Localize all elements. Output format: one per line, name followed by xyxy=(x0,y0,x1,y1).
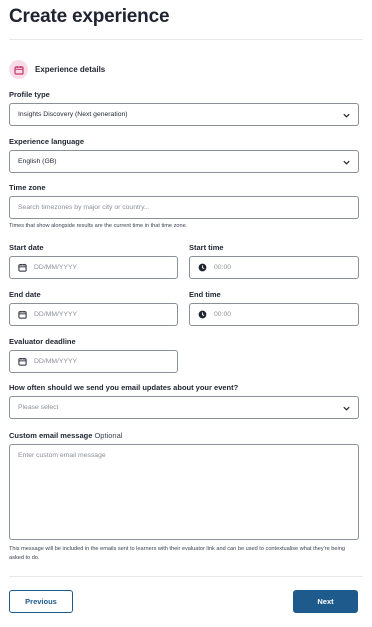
section-header: Experience details xyxy=(9,60,105,79)
end-date-label: End date xyxy=(9,290,41,299)
end-time-input[interactable]: 00:00 xyxy=(189,303,359,326)
start-time-label: Start time xyxy=(189,243,224,252)
end-date-input[interactable]: DD/MM/YYYY xyxy=(9,303,178,326)
start-date-label: Start date xyxy=(9,243,44,252)
calendar-icon xyxy=(18,263,27,272)
evaluator-deadline-input[interactable]: DD/MM/YYYY xyxy=(9,350,178,373)
profile-type-label: Profile type xyxy=(9,90,50,99)
experience-language-value: English (GB) xyxy=(18,158,57,165)
time-zone-search-input[interactable]: Search timezones by major city or countr… xyxy=(9,196,359,219)
start-date-placeholder: DD/MM/YYYY xyxy=(34,264,78,271)
evaluator-deadline-label: Evaluator deadline xyxy=(9,337,76,346)
email-updates-select[interactable]: Please select xyxy=(9,396,359,419)
chevron-down-icon xyxy=(343,406,350,411)
chevron-down-icon xyxy=(343,113,350,118)
next-button[interactable]: Next xyxy=(293,590,358,613)
end-time-placeholder: 00:00 xyxy=(214,311,232,318)
calendar-icon xyxy=(18,310,27,319)
start-time-placeholder: 00:00 xyxy=(214,264,232,271)
custom-message-hint: This message will be included in the ema… xyxy=(9,546,345,561)
start-time-input[interactable]: 00:00 xyxy=(189,256,359,279)
previous-button[interactable]: Previous xyxy=(9,590,73,613)
custom-message-placeholder: Enter custom email message xyxy=(18,452,106,459)
chevron-down-icon xyxy=(343,160,350,165)
profile-type-value: Insights Discovery (Next generation) xyxy=(18,111,128,118)
experience-language-select[interactable]: English (GB) xyxy=(9,150,359,173)
calendar-icon xyxy=(18,357,27,366)
clock-icon xyxy=(198,310,207,319)
clock-icon xyxy=(198,263,207,272)
end-date-placeholder: DD/MM/YYYY xyxy=(34,311,78,318)
custom-message-label-text: Custom email message xyxy=(9,431,93,440)
page-title: Create experience xyxy=(9,6,170,27)
end-time-label: End time xyxy=(189,290,221,299)
title-divider xyxy=(9,39,363,40)
experience-language-label: Experience language xyxy=(9,137,85,146)
calendar-icon xyxy=(9,60,28,79)
custom-message-textarea[interactable]: Enter custom email message xyxy=(9,444,359,540)
footer-divider xyxy=(9,576,363,577)
email-updates-placeholder: Please select xyxy=(18,404,59,411)
optional-tag: Optional xyxy=(94,431,123,440)
time-zone-label: Time zone xyxy=(9,183,46,192)
email-updates-label: How often should we send you email updat… xyxy=(9,383,239,392)
section-label: Experience details xyxy=(35,65,106,74)
start-date-input[interactable]: DD/MM/YYYY xyxy=(9,256,178,279)
custom-message-label: Custom email message Optional xyxy=(9,431,122,440)
profile-type-select[interactable]: Insights Discovery (Next generation) xyxy=(9,103,359,126)
evaluator-deadline-placeholder: DD/MM/YYYY xyxy=(34,358,78,365)
time-zone-hint: Times that show alongside results are th… xyxy=(9,223,188,229)
time-zone-placeholder: Search timezones by major city or countr… xyxy=(18,204,150,211)
